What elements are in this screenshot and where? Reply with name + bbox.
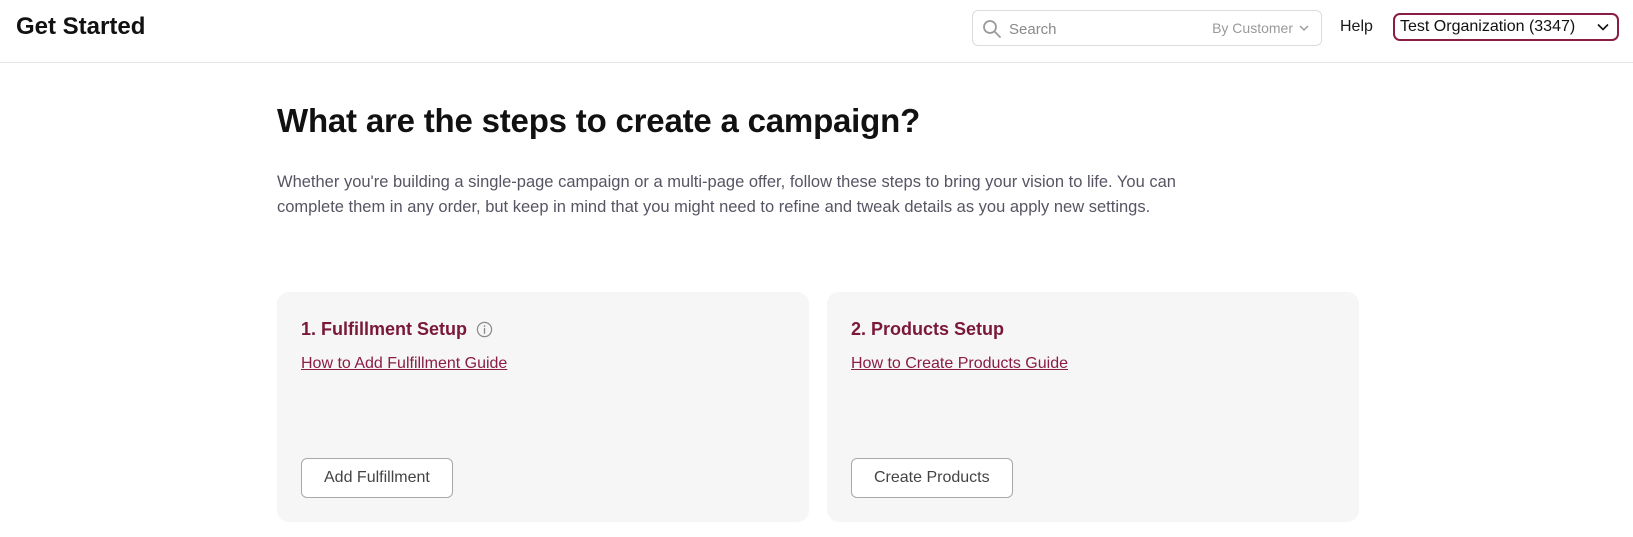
help-link[interactable]: Help [1340, 18, 1373, 36]
page-title: Get Started [16, 13, 146, 40]
products-guide-link[interactable]: How to Create Products Guide [851, 355, 1068, 373]
step-card-fulfillment: 1. Fulfillment Setup How to Add Fulfillm… [277, 292, 809, 522]
chevron-down-icon [1597, 23, 1609, 31]
main-heading: What are the steps to create a campaign? [277, 102, 921, 139]
info-icon[interactable] [476, 321, 493, 338]
chevron-down-icon [1299, 25, 1309, 31]
search-scope-dropdown[interactable]: By Customer [1212, 20, 1309, 36]
organization-selector[interactable]: Test Organization (3347) [1393, 13, 1619, 41]
top-bar: Get Started By Customer Help Test Organi… [0, 0, 1633, 63]
add-fulfillment-button[interactable]: Add Fulfillment [301, 458, 453, 498]
step-title-text: 2. Products Setup [851, 319, 1005, 339]
organization-label: Test Organization (3347) [1400, 18, 1576, 35]
step-title: 2. Products Setup [851, 319, 1004, 340]
create-products-button[interactable]: Create Products [851, 458, 1013, 498]
search-box[interactable]: By Customer [972, 10, 1322, 46]
fulfillment-guide-link[interactable]: How to Add Fulfillment Guide [301, 355, 507, 373]
search-scope-label: By Customer [1212, 20, 1293, 36]
search-icon [983, 20, 1001, 38]
step-title-text: 1. Fulfillment Setup [301, 319, 468, 339]
search-input[interactable] [1007, 17, 1187, 41]
step-card-products: 2. Products Setup How to Create Products… [827, 292, 1359, 522]
intro-text: Whether you're building a single-page ca… [277, 173, 1176, 216]
step-title: 1. Fulfillment Setup [301, 319, 493, 340]
